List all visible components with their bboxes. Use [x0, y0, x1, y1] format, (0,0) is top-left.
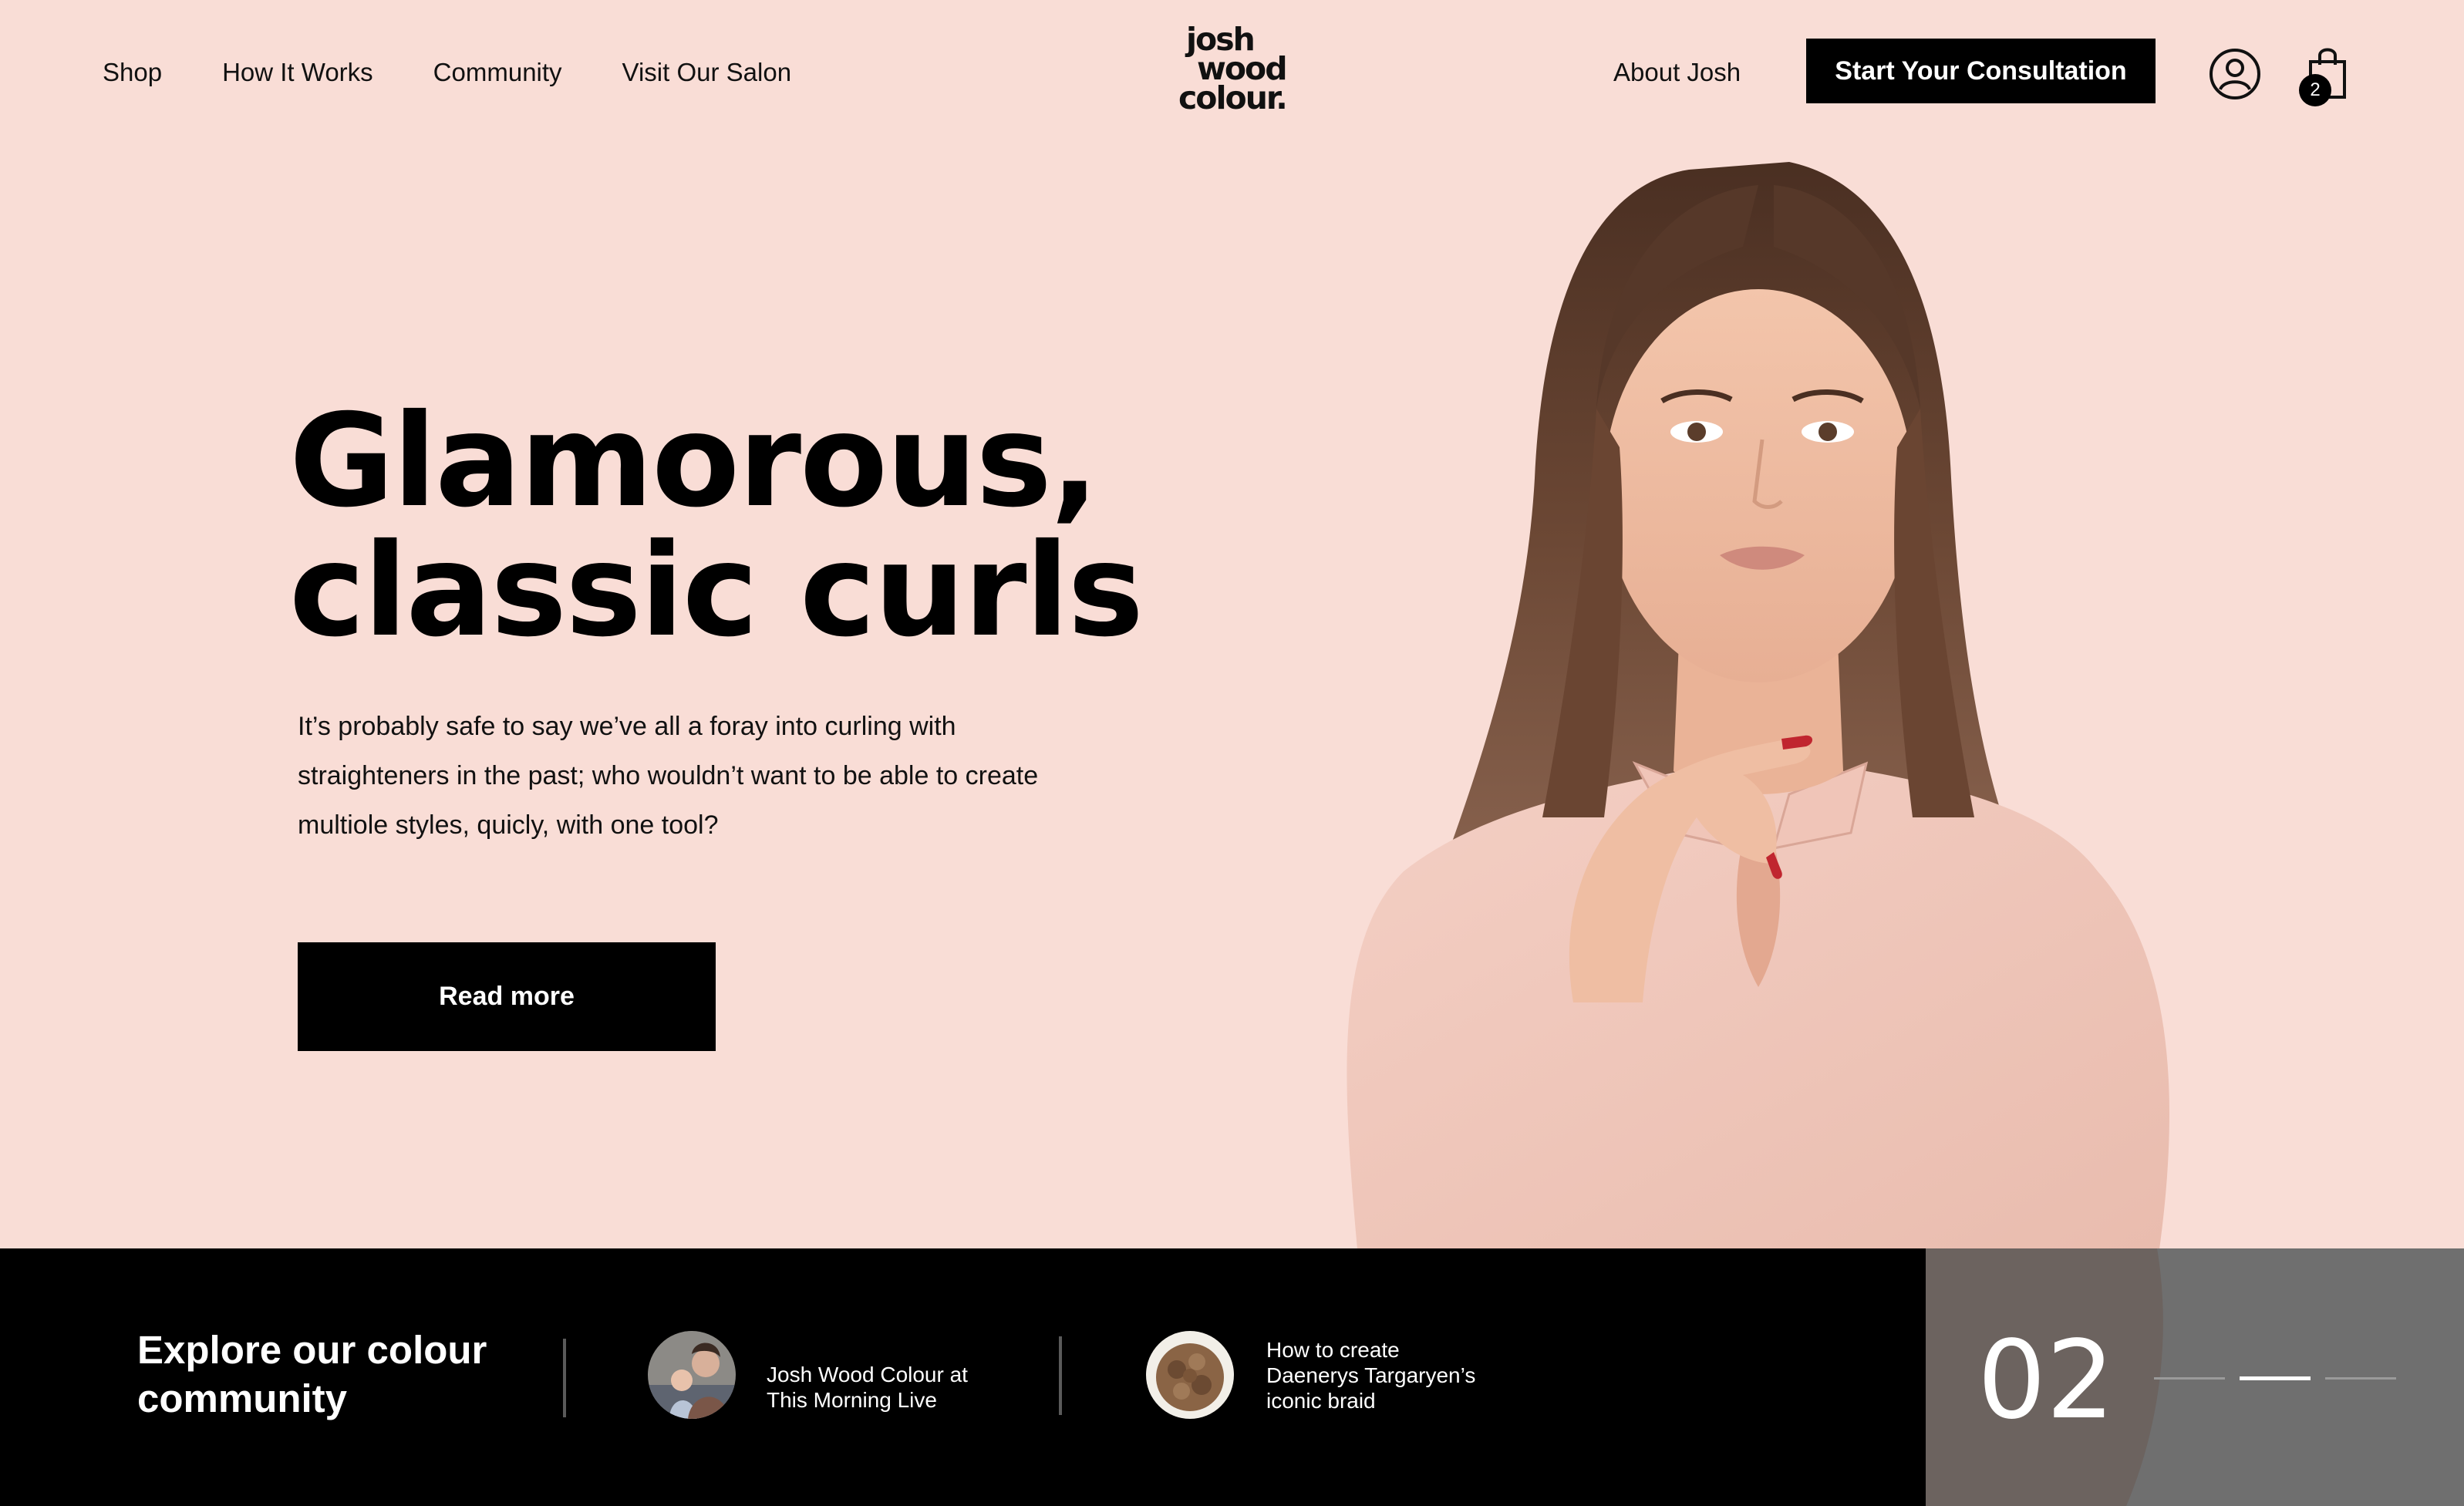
nav-link-shop[interactable]: Shop [103, 58, 162, 87]
nav-link-how-it-works[interactable]: How It Works [222, 58, 373, 87]
story-title-line: Josh Wood Colour at [767, 1363, 968, 1386]
hero-model-photo [1311, 154, 2198, 1249]
story-link-braid[interactable]: How to create Daenerys Targaryen’s iconi… [1266, 1337, 1475, 1413]
story-thumbnail-morning-live[interactable] [648, 1331, 736, 1419]
story-title-line: iconic braid [1266, 1389, 1376, 1413]
story-link-morning-live[interactable]: Josh Wood Colour at This Morning Live [767, 1362, 968, 1413]
hero-title: Glamorous, classic curls [289, 397, 1176, 656]
story-title-line: This Morning Live [767, 1388, 937, 1412]
hero-description: It’s probably safe to say we’ve all a fo… [298, 712, 1039, 840]
slider-panel: 02 [1926, 1248, 2464, 1506]
user-circle-icon[interactable] [2209, 48, 2261, 100]
nav-about-wrapper: About Josh [1613, 51, 1741, 94]
read-more-button[interactable]: Read more [298, 942, 716, 1051]
start-consultation-button[interactable]: Start Your Consultation [1806, 39, 2156, 103]
brand-logo[interactable]: josh wood colour. [1174, 23, 1289, 120]
story-title-line: How to create [1266, 1338, 1400, 1362]
nav-link-community[interactable]: Community [433, 58, 562, 87]
slide-indicator-3[interactable] [2325, 1377, 2396, 1380]
slide-number: 02 [1977, 1318, 2115, 1444]
logo-line-colour: colour. [1178, 79, 1288, 116]
hero-title-line-1: Glamorous, [289, 387, 1099, 536]
slide-indicator-2-active[interactable] [2240, 1376, 2311, 1380]
story-thumbnail-braid[interactable] [1146, 1331, 1234, 1419]
nav-link-about-josh[interactable]: About Josh [1613, 58, 1741, 87]
main-nav-left: Shop How It Works Community Visit Our Sa… [103, 51, 791, 94]
nav-link-visit-salon[interactable]: Visit Our Salon [622, 58, 792, 87]
band-divider [563, 1339, 566, 1417]
hero-title-line-2: classic curls [289, 517, 1144, 665]
band-divider [1059, 1336, 1062, 1415]
community-heading: Explore our colour community [137, 1328, 487, 1420]
story-title-line: Daenerys Targaryen’s [1266, 1363, 1476, 1387]
cart-count-badge: 2 [2299, 74, 2331, 106]
community-band: Explore our colour community Josh Wood C… [0, 1248, 2464, 1506]
slide-indicator-1[interactable] [2154, 1377, 2225, 1380]
